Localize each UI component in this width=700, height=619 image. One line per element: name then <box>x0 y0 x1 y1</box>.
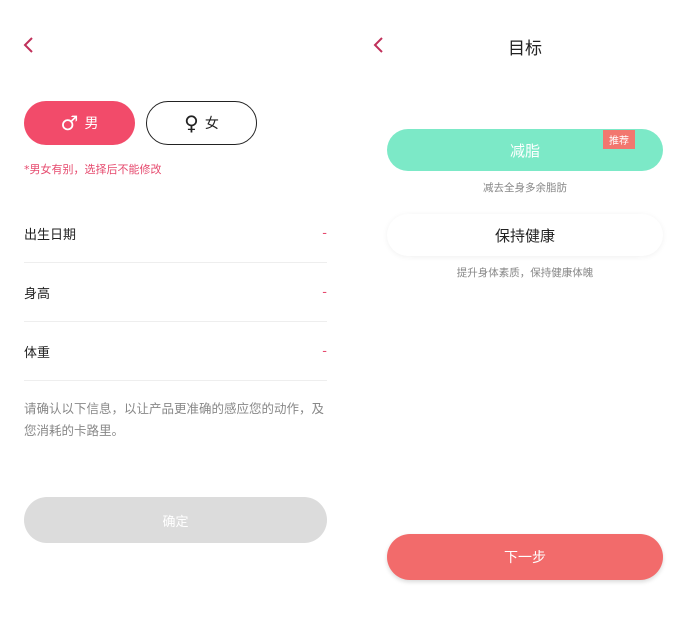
field-value: - <box>322 226 327 241</box>
goal-screen: 目标 减脂 推荐 减去全身多余脂肪 保持健康 提升身体素质，保持健康体魄 下一步 <box>350 0 700 619</box>
gender-selector: ♂ 男 ♀ 女 <box>24 101 257 145</box>
female-button[interactable]: ♀ 女 <box>146 101 257 145</box>
male-icon: ♂ <box>60 111 79 135</box>
confirm-button[interactable]: 确定 <box>24 497 327 543</box>
male-label: 男 <box>84 116 99 132</box>
back-button[interactable] <box>20 34 38 56</box>
goal-label: 保持健康 <box>494 226 555 245</box>
height-field[interactable]: 身高 - <box>24 264 327 322</box>
weight-field[interactable]: 体重 - <box>24 323 327 381</box>
goal-option-fat-loss[interactable]: 减脂 推荐 <box>387 129 663 171</box>
field-value: - <box>322 344 327 359</box>
gender-note: *男女有别，选择后不能修改 <box>24 163 162 176</box>
info-text: 请确认以下信息，以让产品更准确的感应您的动作，及您消耗的卡路里。 <box>24 401 325 438</box>
field-value: - <box>322 285 327 300</box>
goal-label: 减脂 <box>509 141 540 160</box>
birthdate-field[interactable]: 出生日期 - <box>24 205 327 263</box>
field-label: 出生日期 <box>24 228 77 243</box>
male-button[interactable]: ♂ 男 <box>24 101 135 145</box>
recommended-badge: 推荐 <box>603 130 635 149</box>
field-label: 身高 <box>24 287 51 302</box>
profile-screen: ♂ 男 ♀ 女 *男女有别，选择后不能修改 出生日期 - 身高 - 体重 - 请… <box>0 0 350 619</box>
next-step-button[interactable]: 下一步 <box>387 534 663 580</box>
goal-description: 减去全身多余脂肪 <box>483 182 567 194</box>
goal-option-stay-healthy[interactable]: 保持健康 <box>387 214 663 256</box>
chevron-left-icon <box>23 37 33 53</box>
field-label: 体重 <box>24 346 51 361</box>
female-icon: ♀ <box>184 111 199 135</box>
page-title: 目标 <box>508 39 542 59</box>
female-label: 女 <box>204 116 219 132</box>
goal-description: 提升身体素质，保持健康体魄 <box>456 267 594 279</box>
